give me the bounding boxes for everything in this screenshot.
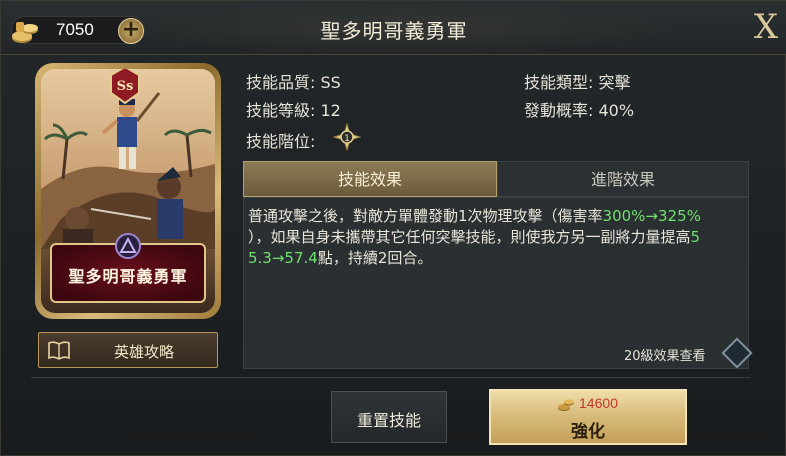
hero-name: 聖多明哥義勇軍 (68, 267, 188, 286)
effect-text-2: ），如果自身未攜帶其它任何突擊技能，則使我方另一副將力量提高 (248, 228, 691, 246)
effect-text-3: 點，持續2回合。 (317, 249, 433, 267)
coin-pile-icon (12, 22, 38, 43)
upgrade-cost: 14600 (579, 395, 618, 411)
skill-quality: 技能品質: SS (246, 73, 341, 92)
book-icon (48, 341, 70, 360)
currency-amount: 7050 (56, 20, 94, 39)
reset-skill-button[interactable]: 重置技能 (331, 391, 447, 443)
rank-ss-badge: Ss (110, 69, 140, 105)
skill-stage-label: 技能階位: (246, 132, 316, 151)
skill-chance: 發動概率: 40% (524, 101, 635, 120)
currency-display: 7050 + (11, 16, 145, 44)
effect-tabs: 技能效果 進階效果 (243, 161, 749, 197)
diamond-arrow-icon (721, 337, 753, 369)
hero-guide-button[interactable]: 英雄攻略 (38, 332, 218, 368)
triangle-class-icon (115, 233, 141, 259)
hero-card[interactable]: Ss 聖多明哥義勇軍 (35, 63, 221, 319)
header-bar: 7050 + 聖多明哥義勇軍 X (1, 1, 786, 55)
effect-text-1: 普通攻擊之後，對敵方單體發動1次物理攻擊（傷害率 (248, 207, 603, 225)
level-20-effect-label: 20級效果查看 (624, 349, 706, 364)
compass-star-icon: 1 (333, 123, 361, 151)
upgrade-button[interactable]: 14600 強化 (489, 389, 687, 445)
tab-skill-effect[interactable]: 技能效果 (243, 161, 497, 197)
upgrade-label: 強化 (571, 422, 605, 442)
tab-advanced-effect[interactable]: 進階效果 (497, 161, 749, 197)
reset-skill-label: 重置技能 (356, 411, 421, 430)
skill-effect-description: 普通攻擊之後，對敵方單體發動1次物理攻擊（傷害率300%→325% ），如果自身… (248, 206, 746, 269)
svg-text:1: 1 (344, 134, 350, 144)
effect-highlight-power-a: 5 (690, 228, 701, 246)
coin-pile-icon (558, 399, 574, 411)
close-button[interactable]: X (749, 9, 783, 45)
level-20-effect-button[interactable]: 20級效果查看 (614, 337, 753, 369)
skill-level: 技能等級: 12 (246, 101, 341, 120)
hero-guide-label: 英雄攻略 (113, 343, 174, 361)
svg-text:Ss: Ss (117, 79, 134, 94)
add-currency-button[interactable]: + (118, 18, 144, 44)
effect-highlight-power-b: 5.3→57.4 (248, 249, 318, 267)
skill-effect-box: 普通攻擊之後，對敵方單體發動1次物理攻擊（傷害率300%→325% ），如果自身… (243, 197, 753, 369)
skill-type: 技能類型: 突擊 (524, 73, 631, 92)
bottom-divider (31, 377, 751, 378)
page-title: 聖多明哥義勇軍 (320, 19, 468, 43)
hero-card-frame: Ss 聖多明哥義勇軍 (41, 69, 215, 313)
effect-highlight-damage: 300%→325% (602, 207, 701, 225)
skill-panel: 7050 + 聖多明哥義勇軍 X Ss 聖多明哥義勇軍 英雄攻略 技能品質: S… (0, 0, 786, 456)
